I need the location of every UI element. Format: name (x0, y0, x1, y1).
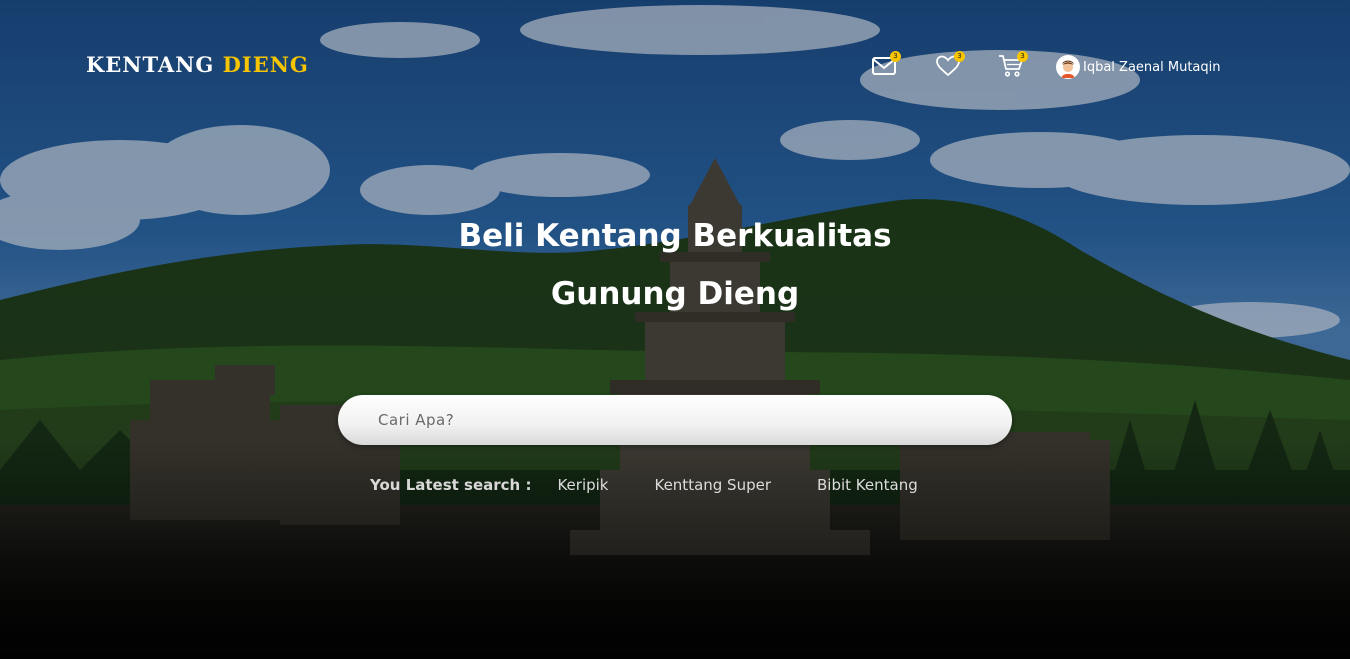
brand-name-accent: DIENG (222, 52, 309, 77)
user-menu[interactable]: Iqbal Zaenal Mutaqin (1056, 55, 1221, 79)
latest-search-item[interactable]: Keripik (557, 476, 608, 494)
hero-background (0, 0, 1350, 659)
latest-search: You Latest search : Keripik Kenttang Sup… (370, 476, 918, 494)
wishlist-button[interactable]: 3 (935, 51, 965, 81)
mail-badge: 3 (890, 51, 901, 62)
hero-title-line1: Beli Kentang Berkualitas (458, 218, 892, 254)
hero-title-line2: Gunung Dieng (550, 276, 800, 312)
latest-search-item[interactable]: Kenttang Super (654, 476, 771, 494)
cart-badge: 3 (1017, 51, 1028, 62)
search-bar (338, 395, 1012, 445)
hero-landscape-image (0, 0, 1350, 659)
user-name: Iqbal Zaenal Mutaqin (1083, 59, 1221, 75)
search-input[interactable] (338, 395, 1012, 445)
brand-name-primary: KENTANG (86, 52, 215, 77)
avatar-icon (1056, 55, 1080, 79)
latest-search-item[interactable]: Bibit Kentang (817, 476, 918, 494)
latest-search-label: You Latest search : (370, 476, 532, 494)
brand-logo[interactable]: KENTANG DIENG (86, 52, 309, 77)
cart-button[interactable]: 3 (998, 51, 1028, 81)
wishlist-badge: 3 (954, 51, 965, 62)
mail-button[interactable]: 3 (871, 51, 901, 81)
